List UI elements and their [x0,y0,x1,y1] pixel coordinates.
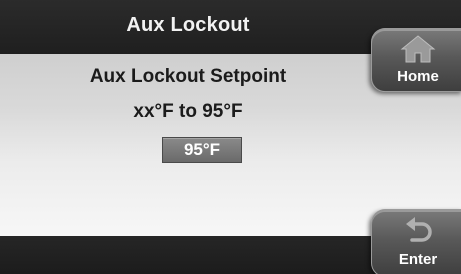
setpoint-label: Aux Lockout Setpoint [89,66,287,87]
thermostat-screen: Aux Lockout Aux Lockout Setpoint xx°F to… [0,0,461,274]
home-button-label: Home [397,68,439,85]
home-icon [400,35,436,63]
enter-button[interactable]: Enter [371,209,461,274]
home-button[interactable]: Home [371,28,461,92]
setpoint-range: xx°F to 95°F [133,101,243,122]
setpoint-value[interactable]: 95°F [162,137,242,163]
page-title: Aux Lockout [126,14,250,36]
enter-button-label: Enter [398,251,438,268]
return-arrow-icon [406,217,432,242]
